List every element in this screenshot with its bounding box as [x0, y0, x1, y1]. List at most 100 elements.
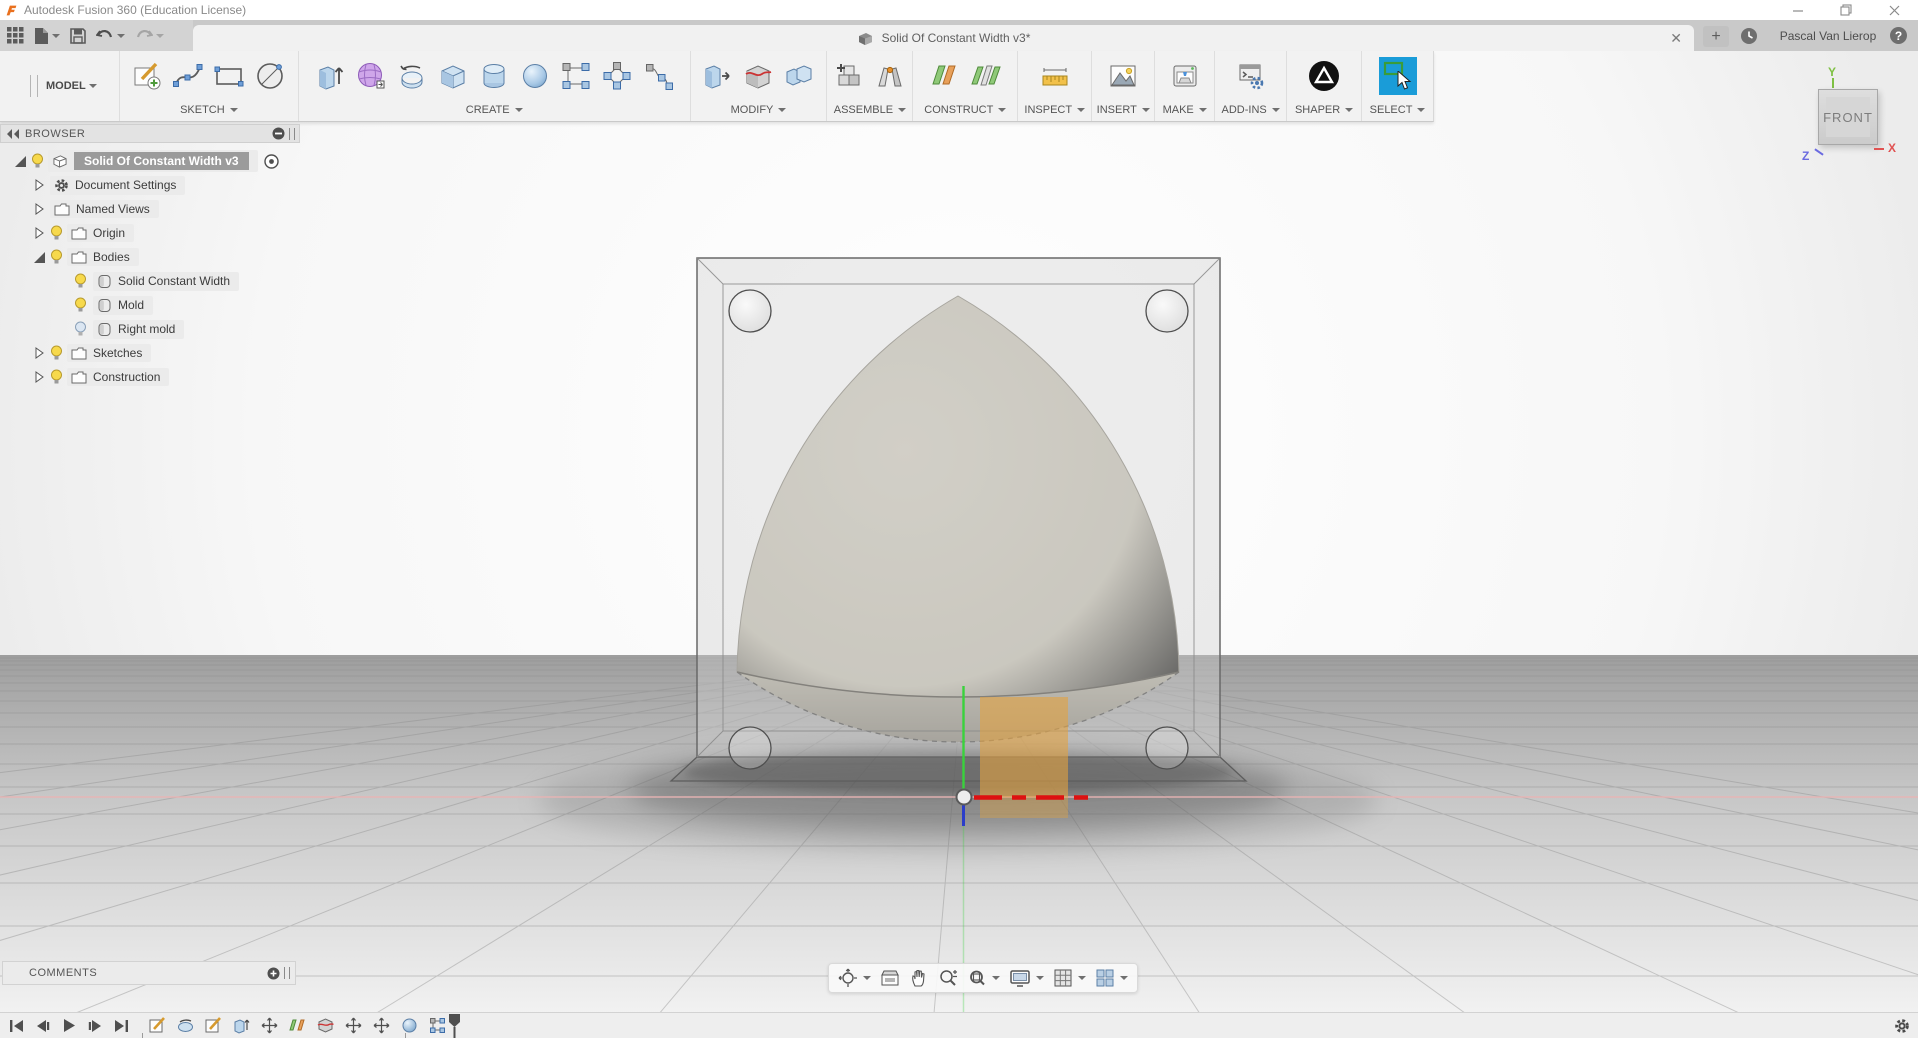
expanded-icon[interactable] [31, 251, 47, 263]
mold-pin-hole[interactable] [1145, 289, 1189, 333]
zoom-button[interactable] [938, 968, 958, 988]
save-button[interactable] [67, 24, 89, 48]
fit-view-button[interactable] [967, 968, 1000, 988]
help-button[interactable]: ? [1890, 27, 1907, 44]
revolve-button[interactable] [395, 59, 429, 93]
lightbulb-on-icon[interactable] [31, 153, 44, 170]
tree-row-body-mold[interactable]: Mold [0, 293, 300, 317]
tree-row-sketches[interactable]: Sketches [0, 341, 300, 365]
lightbulb-on-icon[interactable] [74, 273, 87, 290]
tree-row-document-settings[interactable]: Document Settings [0, 173, 300, 197]
sketch-highlight-region[interactable] [980, 697, 1068, 797]
document-tab[interactable]: Solid Of Constant Width v3* ✕ [193, 25, 1694, 51]
ribbon-dropdown-assemble[interactable]: ASSEMBLE [834, 101, 907, 121]
construction-plane-button[interactable] [928, 59, 962, 93]
viewcube[interactable]: Y FRONT Z X [1798, 65, 1898, 171]
lightbulb-on-icon[interactable] [50, 369, 63, 386]
3d-print-button[interactable] [1168, 59, 1202, 93]
display-settings-button[interactable] [1009, 968, 1044, 988]
timeline-settings-gear-icon[interactable] [1894, 1018, 1910, 1038]
ribbon-dropdown-shaper[interactable]: SHAPER [1295, 101, 1354, 121]
combine-button[interactable] [782, 59, 816, 93]
rectangle-tool-button[interactable] [212, 59, 246, 93]
toolbar-grip-handle[interactable] [30, 75, 38, 97]
collapsed-icon[interactable] [31, 227, 47, 239]
scripts-addins-button[interactable] [1234, 59, 1268, 93]
close-document-tab-button[interactable]: ✕ [1670, 29, 1682, 47]
cylinder-primitive-button[interactable] [477, 59, 511, 93]
go-to-end-button[interactable] [112, 1017, 130, 1035]
expanded-icon[interactable] [12, 155, 28, 167]
lightbulb-on-icon[interactable] [74, 297, 87, 314]
viewcube-front-face[interactable]: FRONT [1818, 89, 1878, 145]
tree-row-body-right-mold[interactable]: Right mold [0, 317, 300, 341]
circular-pattern-button[interactable] [600, 59, 634, 93]
press-pull-button[interactable] [700, 59, 734, 93]
viewports-options-caret-icon[interactable] [1120, 976, 1128, 980]
box-primitive-button[interactable] [436, 59, 470, 93]
tree-row-construction[interactable]: Construction [0, 365, 300, 389]
user-account-button[interactable]: Pascal Van Lierop [1768, 29, 1888, 43]
viewports-button[interactable] [1095, 968, 1128, 988]
ribbon-dropdown-sketch[interactable]: SKETCH [180, 101, 238, 121]
insert-image-button[interactable] [1106, 59, 1140, 93]
shaper-utilities-button[interactable] [1307, 59, 1341, 93]
panel-drag-grip[interactable] [289, 127, 295, 140]
step-back-button[interactable] [34, 1017, 52, 1035]
timeline-feature-pattern[interactable] [428, 1017, 446, 1035]
midplane-button[interactable] [969, 59, 1003, 93]
measure-button[interactable] [1038, 59, 1072, 93]
lightbulb-on-icon[interactable] [50, 225, 63, 242]
fit-options-caret-icon[interactable] [992, 976, 1000, 980]
ribbon-dropdown-create[interactable]: CREATE [466, 101, 523, 121]
tree-row-body-solid-constant-width[interactable]: Solid Constant Width [0, 269, 300, 293]
redo-button[interactable] [132, 24, 167, 48]
joint-button[interactable] [873, 59, 907, 93]
select-tool-button[interactable] [1378, 57, 1417, 95]
tree-row-bodies[interactable]: Bodies [0, 245, 300, 269]
split-body-button[interactable] [741, 59, 775, 93]
rectangular-pattern-button[interactable] [559, 59, 593, 93]
ribbon-dropdown-insert[interactable]: INSERT [1097, 101, 1150, 121]
pattern-on-path-button[interactable] [641, 59, 675, 93]
ribbon-dropdown-inspect[interactable]: INSPECT [1024, 101, 1086, 121]
sketch-highlight-region-lower[interactable] [980, 797, 1068, 818]
mold-body[interactable] [696, 257, 1221, 770]
grid-settings-button[interactable] [1053, 968, 1086, 988]
extrude-button[interactable] [313, 59, 347, 93]
close-window-button[interactable] [1870, 0, 1918, 20]
collapsed-icon[interactable] [31, 347, 47, 359]
mold-pin-hole[interactable] [1145, 726, 1189, 770]
spline-tool-button[interactable] [171, 59, 205, 93]
remove-panel-icon[interactable] [272, 127, 285, 140]
minimize-button[interactable] [1774, 0, 1822, 20]
pan-button[interactable] [909, 968, 929, 988]
comments-panel-header[interactable]: COMMENTS [2, 961, 296, 985]
play-button[interactable] [60, 1017, 78, 1035]
orbit-options-caret-icon[interactable] [863, 976, 871, 980]
create-sketch-button[interactable] [130, 59, 164, 93]
new-document-tab-button[interactable]: + [1703, 26, 1729, 47]
circle-tool-button[interactable] [253, 59, 287, 93]
timeline-position-marker[interactable] [448, 1013, 461, 1038]
new-component-button[interactable] [832, 59, 866, 93]
lightbulb-on-icon[interactable] [50, 249, 63, 266]
ribbon-dropdown-modify[interactable]: MODIFY [731, 101, 787, 121]
app-grid-menu-button[interactable] [4, 24, 27, 48]
display-options-caret-icon[interactable] [1036, 976, 1044, 980]
ribbon-dropdown-select[interactable]: SELECT [1370, 101, 1426, 121]
ribbon-dropdown-construct[interactable]: CONSTRUCT [924, 101, 1007, 121]
lightbulb-on-icon[interactable] [50, 345, 63, 362]
mold-pin-hole[interactable] [728, 726, 772, 770]
add-comment-icon[interactable] [267, 967, 280, 980]
tree-row-named-views[interactable]: Named Views [0, 197, 300, 221]
activate-component-radio[interactable] [263, 153, 279, 169]
create-form-button[interactable] [354, 59, 388, 93]
look-at-button[interactable] [880, 968, 900, 988]
origin-point[interactable] [955, 788, 973, 806]
sphere-primitive-button[interactable] [518, 59, 552, 93]
lightbulb-off-icon[interactable] [74, 321, 87, 338]
undo-button[interactable] [93, 24, 128, 48]
go-to-start-button[interactable] [8, 1017, 26, 1035]
mold-pin-hole[interactable] [728, 289, 772, 333]
